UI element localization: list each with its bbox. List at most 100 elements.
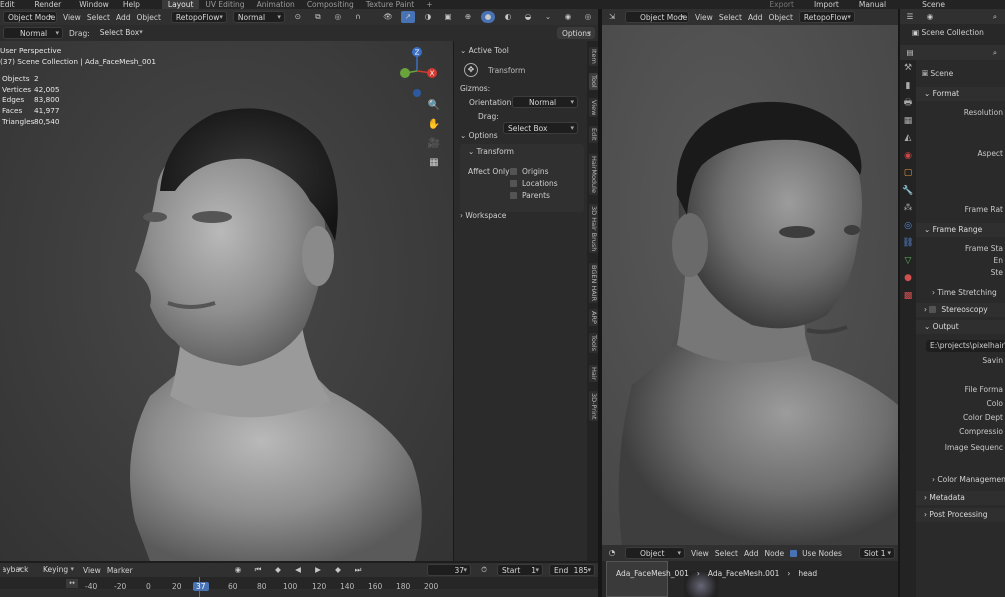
visibility-icon[interactable]: 👁 (381, 11, 395, 23)
overlay-toggle-icon[interactable]: ◑ (421, 11, 435, 23)
breadcrumb-head[interactable]: head (798, 569, 817, 578)
left-menu-select[interactable]: Select (87, 13, 110, 22)
navigation-gizmo[interactable]: Z X (395, 46, 445, 101)
clock-icon[interactable]: ⏱ (477, 564, 491, 576)
left-mode-dropdown[interactable]: Object Mode (3, 11, 57, 23)
auto-key-icon[interactable]: ◉ (231, 564, 245, 576)
add-workspace-button[interactable]: + (420, 0, 438, 9)
xray-icon[interactable]: ▣ (441, 11, 455, 23)
node-menu-select[interactable]: Select (715, 549, 738, 558)
tool-props-icon[interactable]: ⚒ (900, 60, 916, 78)
pan-hand-icon[interactable]: ✋ (427, 118, 441, 132)
time-stretching-section[interactable]: › Time Stretching (932, 288, 997, 297)
current-frame-field[interactable]: 37 (427, 564, 471, 576)
tab-texture-paint[interactable]: Texture Paint (360, 0, 420, 9)
output-props-icon[interactable]: 🖶 (900, 95, 916, 113)
material-node-thumb[interactable] (606, 561, 668, 597)
stereoscopy-section[interactable]: › Stereoscopy (916, 303, 1005, 317)
menu-render[interactable]: Render (23, 0, 70, 9)
scene-selector[interactable]: Scene (914, 0, 1005, 9)
object-props-icon[interactable]: ▢ (900, 165, 916, 183)
breadcrumb-object[interactable]: Ada_FaceMesh_001 (616, 569, 689, 578)
outliner-type-icon[interactable]: ☰ (903, 11, 917, 23)
timeline-marker-menu[interactable]: Marker (107, 566, 133, 575)
manual-button[interactable]: Manual (849, 0, 914, 9)
node-menu-add[interactable]: Add (744, 549, 759, 558)
node-menu-node[interactable]: Node (764, 549, 784, 558)
area-divider[interactable] (898, 9, 900, 597)
transform-subsection[interactable]: ⌄ Transform (468, 147, 514, 156)
material-props-icon[interactable]: ● (900, 270, 916, 288)
parents-checkbox[interactable]: Parents (510, 191, 550, 200)
right-menu-object[interactable]: Object (768, 13, 792, 22)
options-dropdown[interactable]: Options (557, 27, 595, 39)
right-retopoflow-menu[interactable]: RetopoFlow (798, 11, 855, 23)
color-management-section[interactable]: › Color Managemen (932, 475, 1005, 484)
tab-arp[interactable]: ARP (589, 309, 598, 326)
right-menu-add[interactable]: Add (748, 13, 763, 22)
tab-bgen-hair[interactable]: BGEN HAIR (589, 263, 598, 304)
play-reverse-icon[interactable]: ◀ (291, 564, 305, 576)
timeline-view-menu[interactable]: View (83, 566, 101, 575)
tab-item[interactable]: Item (589, 47, 598, 66)
output-path-field[interactable]: E:\projects\pixelhair\m (926, 340, 1005, 352)
start-frame-field[interactable]: Start 1 (497, 564, 543, 576)
output-section[interactable]: ⌄ Output (916, 320, 1005, 334)
view-layer-icon[interactable]: ▦ (900, 113, 916, 131)
render-props-icon[interactable]: ▮ (900, 78, 916, 96)
left-menu-add[interactable]: Add (116, 13, 131, 22)
tab-tools[interactable]: Tools (589, 333, 598, 354)
camera-icon[interactable]: 🎥 (427, 137, 441, 151)
tab-3d-hair-brush[interactable]: 3D Hair Brush (589, 204, 598, 254)
physics-props-icon[interactable]: ◎ (900, 218, 916, 236)
left-menu-view[interactable]: View (63, 13, 81, 22)
right-menu-view[interactable]: View (695, 13, 713, 22)
drag-dropdown[interactable]: Select Box (95, 27, 146, 39)
tab-3d-print[interactable]: 3D-Print (589, 391, 598, 422)
gizmo-drag-dropdown[interactable]: Select Box (503, 122, 578, 134)
extra-icon[interactable]: ◎ (581, 11, 595, 23)
gizmo-toggle-icon[interactable]: ↗ (401, 11, 415, 23)
constraints-props-icon[interactable]: ⛓ (900, 235, 916, 253)
prev-key-icon[interactable]: ◆ (271, 564, 285, 576)
menu-window[interactable]: Window (69, 0, 117, 9)
zoom-icon[interactable]: 🔍 (427, 99, 441, 113)
post-processing-section[interactable]: › Post Processing (916, 508, 1005, 522)
locations-checkbox[interactable]: Locations (510, 179, 558, 188)
transform-tool[interactable]: ✥ Transform (464, 63, 525, 77)
metadata-section[interactable]: › Metadata (916, 491, 1005, 505)
node-editor-type-icon[interactable]: ◔ (605, 547, 619, 559)
shading-material-icon[interactable]: ◐ (501, 11, 515, 23)
frame-range-icon[interactable]: ↔ (66, 579, 78, 588)
particles-props-icon[interactable]: ⁂ (900, 200, 916, 218)
texture-props-icon[interactable]: ▩ (900, 288, 916, 306)
shader-type-dropdown[interactable]: Object (625, 547, 685, 559)
slot-dropdown[interactable]: Slot 1 (859, 547, 895, 559)
end-frame-field[interactable]: End 185 (549, 564, 595, 576)
tab-uv-editing[interactable]: UV Editing (199, 0, 250, 9)
scene-props-icon[interactable]: ◭ (900, 130, 916, 148)
menu-edit[interactable]: Edit (0, 0, 23, 9)
left-orientation-dropdown[interactable]: Normal (232, 11, 285, 23)
keying-dropdown[interactable]: Keying (39, 564, 77, 576)
shading-solid-icon[interactable]: ● (481, 11, 495, 23)
outliner-filter-icon[interactable]: ◉ (923, 11, 937, 23)
right-3d-viewport[interactable] (602, 25, 898, 545)
editor-type-icon[interactable]: ⇲ (605, 11, 619, 23)
jump-end-icon[interactable]: ⏭ (351, 564, 365, 576)
left-retopoflow-menu[interactable]: RetopoFlow (170, 11, 227, 23)
proportional-icon[interactable]: ◎ (331, 11, 345, 23)
area-divider[interactable] (598, 9, 602, 597)
properties-search-icon[interactable]: ⌕ (988, 47, 1002, 59)
active-tool-section[interactable]: ⌄ Active Tool (460, 46, 509, 55)
pivot-icon[interactable]: ⊙ (291, 11, 305, 23)
tab-hairmodule[interactable]: HairModule (589, 154, 598, 195)
data-props-icon[interactable]: ▽ (900, 253, 916, 271)
format-section[interactable]: ⌄ Format (916, 87, 1005, 101)
export-button[interactable]: Export (759, 0, 804, 9)
snap-icon[interactable]: ⧉ (311, 11, 325, 23)
import-button[interactable]: Import (804, 0, 849, 9)
tab-edit[interactable]: Edit (589, 126, 598, 143)
shading-wire-icon[interactable]: ⊕ (461, 11, 475, 23)
falloff-icon[interactable]: ∩ (351, 11, 365, 23)
